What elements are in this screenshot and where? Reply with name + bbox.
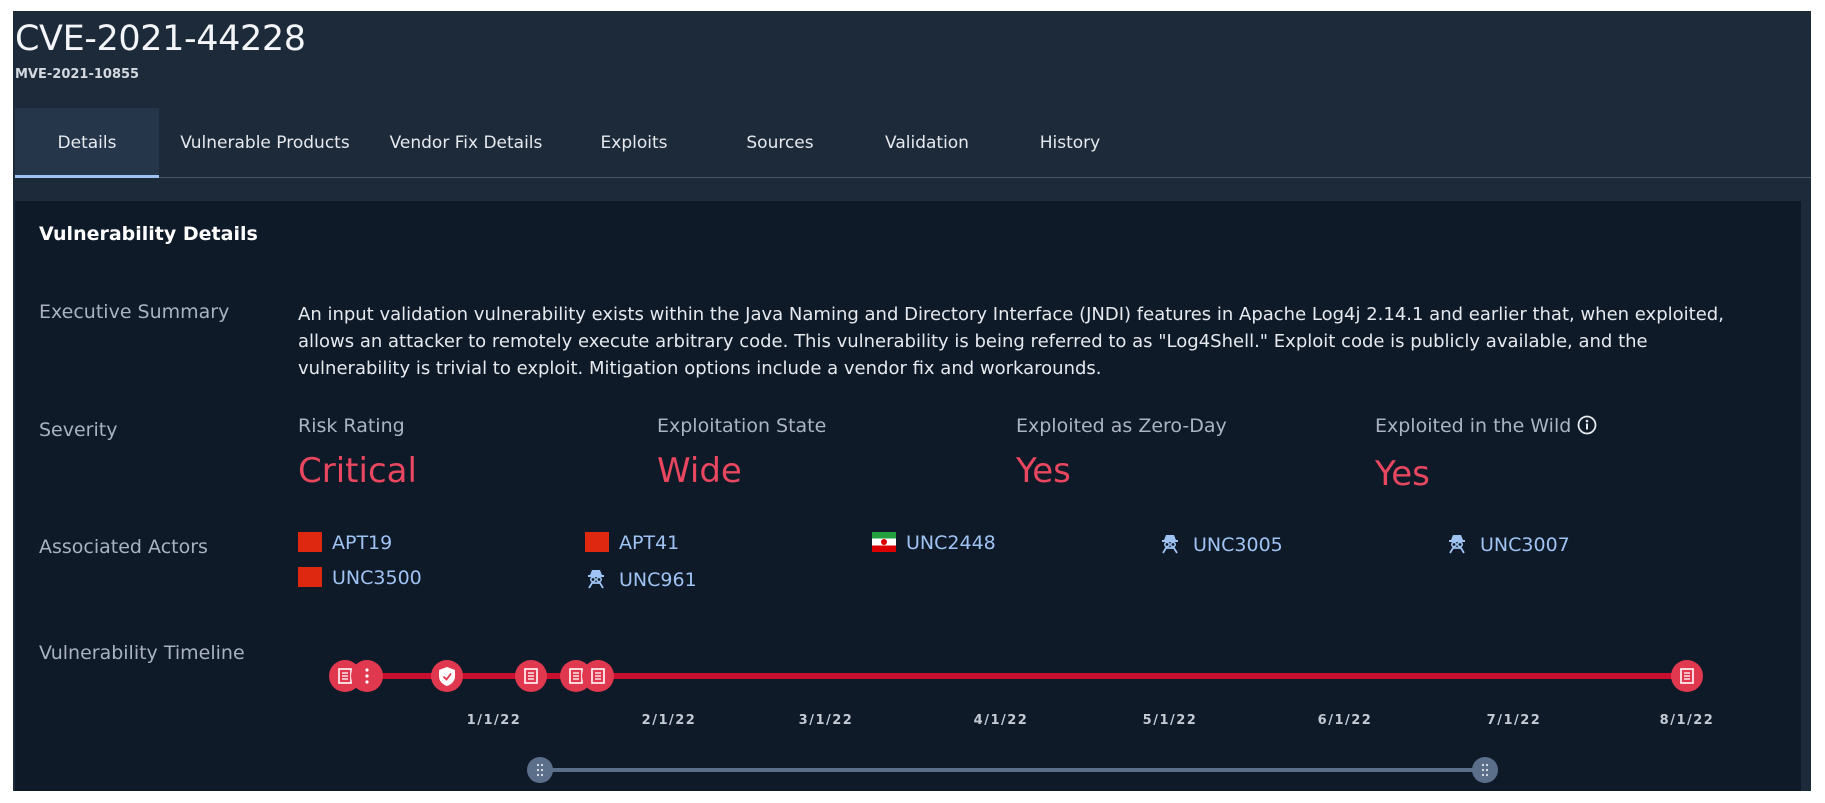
tab-bar: Details Vulnerable Products Vendor Fix D… [15,108,1811,178]
vulnerability-timeline: 1/1/22 2/1/22 3/1/22 4/1/22 5/1/22 6/1/2… [329,660,1715,783]
tab-history[interactable]: History [1001,108,1139,178]
tab-vendor-fix-details[interactable]: Vendor Fix Details [371,108,561,178]
tab-validation[interactable]: Validation [853,108,1001,178]
timeline-tick-label: 2/1/22 [642,713,697,728]
timeline-event-marker[interactable] [582,660,614,692]
tab-sources[interactable]: Sources [707,108,853,178]
timeline-tick-label: 8/1/22 [1660,713,1715,728]
timeline-tick-label: 6/1/22 [1318,713,1373,728]
tab-exploits[interactable]: Exploits [561,108,707,178]
timeline-tick-label: 1/1/22 [467,713,522,728]
timeline-tick-label: 7/1/22 [1487,713,1542,728]
page-title: CVE-2021-44228 [15,19,306,59]
timeline-tick-label: 4/1/22 [974,713,1029,728]
timeline-tick-label: 5/1/22 [1143,713,1198,728]
timeline-tick-label: 3/1/22 [799,713,854,728]
page-subtitle: MVE-2021-10855 [15,67,140,82]
tab-details[interactable]: Details [15,108,159,178]
timeline-event-marker[interactable] [515,660,547,692]
timeline-event-marker[interactable] [351,660,383,692]
tab-vulnerable-products[interactable]: Vulnerable Products [159,108,371,178]
range-slider-handle-end[interactable] [1472,757,1498,783]
timeline-event-marker[interactable] [1671,660,1703,692]
timeline-event-marker[interactable] [431,660,463,692]
vulnerability-page: CVE-2021-44228 MVE-2021-10855 Details Vu… [13,11,1811,791]
range-slider-handle-start[interactable] [527,757,553,783]
vulnerability-details-panel: Vulnerability Details Executive Summary … [15,201,1801,791]
